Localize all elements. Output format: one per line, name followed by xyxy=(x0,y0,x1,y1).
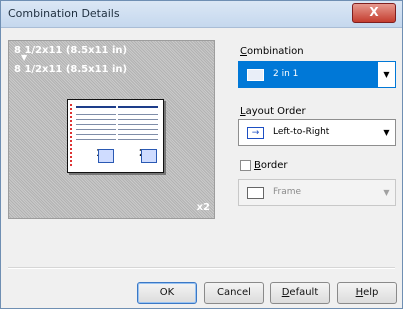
title-bar: Combination Details X xyxy=(1,1,402,28)
chevron-down-icon[interactable]: ▼ xyxy=(378,62,395,87)
output-size-text: 8 1/2x11 (8.5x11 in) xyxy=(14,64,128,75)
border-label: Border xyxy=(254,160,288,171)
layout-preview: 8 1/2x11 (8.5x11 in) ▼ 8 1/2x11 (8.5x11 … xyxy=(8,40,215,219)
text-line xyxy=(118,139,158,140)
combination-value: 2 in 1 xyxy=(273,69,299,79)
text-line xyxy=(76,134,116,135)
border-checkbox[interactable] xyxy=(240,160,251,171)
text-line xyxy=(118,124,158,125)
window-title: Combination Details xyxy=(8,7,120,20)
border-style-select[interactable]: Frame ▼ xyxy=(238,179,396,206)
right-arrow-icon: → xyxy=(247,127,264,139)
text-line xyxy=(76,129,116,130)
frame-icon xyxy=(247,187,264,199)
preview-page-1: 1 xyxy=(76,106,116,164)
page-heading-bar xyxy=(118,106,158,108)
preview-paper: 1 2 xyxy=(67,99,164,173)
help-button[interactable]: Help xyxy=(337,282,397,304)
ok-button[interactable]: OK xyxy=(137,282,197,304)
down-arrow-icon: ▼ xyxy=(21,53,28,62)
binding-margin-marker xyxy=(70,104,72,166)
image-block-icon xyxy=(141,149,157,163)
text-line xyxy=(76,139,116,140)
original-size-text: 8 1/2x11 (8.5x11 in) xyxy=(14,45,128,56)
two-in-one-layout-icon xyxy=(247,69,264,81)
layout-order-value: Left-to-Right xyxy=(273,127,330,137)
copy-count-label: x2 xyxy=(196,202,210,213)
layout-order-select[interactable]: → Left-to-Right ▼ xyxy=(238,119,396,146)
text-line xyxy=(118,114,158,115)
image-block-icon xyxy=(98,149,114,163)
chevron-down-icon[interactable]: ▼ xyxy=(378,180,395,205)
default-button[interactable]: Default xyxy=(270,282,330,304)
combination-details-window: Combination Details X 8 1/2x11 (8.5x11 i… xyxy=(0,0,403,309)
text-line xyxy=(118,119,158,120)
border-style-value: Frame xyxy=(273,187,302,197)
preview-page-2: 2 xyxy=(118,106,158,164)
text-line xyxy=(118,129,158,130)
text-line xyxy=(118,134,158,135)
combination-select[interactable]: 2 in 1 ▼ xyxy=(238,61,396,88)
chevron-down-icon[interactable]: ▼ xyxy=(378,120,395,145)
close-button[interactable]: X xyxy=(352,3,396,23)
layout-order-label: Layout Order xyxy=(240,106,306,117)
cancel-button[interactable]: Cancel xyxy=(204,282,264,304)
text-line xyxy=(76,119,116,120)
footer-separator xyxy=(8,267,395,269)
combination-label: Combination xyxy=(240,46,304,57)
text-line xyxy=(76,114,116,115)
text-line xyxy=(76,124,116,125)
page-heading-bar xyxy=(76,106,116,108)
